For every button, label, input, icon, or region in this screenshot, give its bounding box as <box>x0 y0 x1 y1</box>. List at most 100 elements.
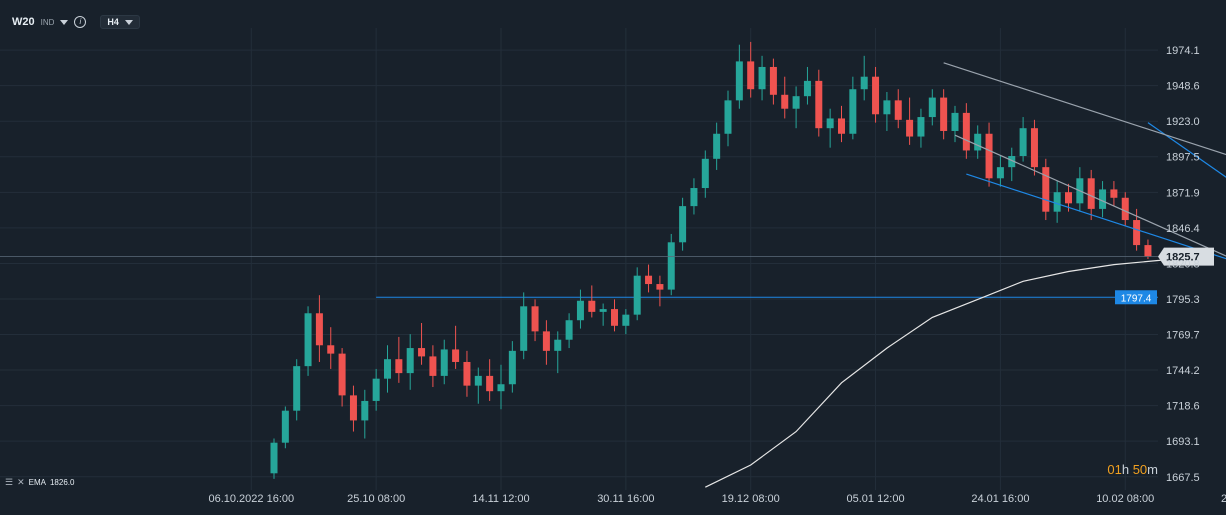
y-tick-label: 1974.1 <box>1166 45 1200 57</box>
candle-body <box>940 97 948 131</box>
candle-body <box>1019 128 1027 157</box>
candle-body <box>701 158 709 189</box>
candle <box>1110 181 1118 207</box>
x-tick-label: 24.01 16:00 <box>971 493 1029 505</box>
candle-body <box>270 442 278 474</box>
candle-body <box>406 348 414 374</box>
candle-countdown: 01h 50m <box>1107 462 1158 477</box>
horizontal-level-label: 1797.4 <box>1121 293 1152 304</box>
candle <box>917 108 925 148</box>
candle-body <box>599 309 607 312</box>
candle-body <box>1133 220 1141 246</box>
candle-body <box>611 309 618 326</box>
candle <box>395 336 403 383</box>
candle <box>985 122 993 187</box>
timer-hours-unit: h <box>1121 462 1130 477</box>
candle-body <box>667 242 675 290</box>
candle <box>1019 117 1027 162</box>
candle-body <box>395 359 403 374</box>
candle <box>701 150 709 198</box>
candle <box>872 66 880 123</box>
candle-body <box>1121 197 1129 221</box>
candle <box>622 309 630 335</box>
candle <box>633 267 641 321</box>
candle <box>815 69 823 137</box>
y-tick-label: 1693.1 <box>1166 436 1200 448</box>
indicator-legend: ☰ ✕ EMA 1826.0 <box>5 477 74 488</box>
candle-body <box>1087 178 1095 209</box>
timeframe-select[interactable]: H4 <box>100 15 140 29</box>
candle-body <box>497 384 505 392</box>
candle-body <box>803 80 811 97</box>
candle-body <box>928 97 936 118</box>
candle <box>599 303 607 326</box>
candle <box>338 348 346 407</box>
candle <box>270 438 278 479</box>
candle <box>838 105 845 143</box>
candle-body <box>996 167 1004 179</box>
x-tick-label: 06.10.2022 16:00 <box>208 493 294 505</box>
candle-body <box>769 66 777 95</box>
candle-body <box>565 320 573 340</box>
candle <box>281 406 289 449</box>
candle-body <box>951 112 959 131</box>
candle-body <box>679 206 687 243</box>
candle-body <box>690 188 698 207</box>
candle <box>758 55 766 101</box>
candle-body <box>974 133 982 151</box>
candle <box>304 306 312 376</box>
symbol-name[interactable]: W20 <box>12 16 35 28</box>
candle-body <box>384 359 391 379</box>
candle <box>542 320 550 365</box>
candle <box>452 325 460 369</box>
candle-body <box>633 275 641 315</box>
timer-minutes-unit: m <box>1147 462 1158 477</box>
trend-line <box>1147 122 1226 178</box>
x-tick-label: 14.11 12:00 <box>472 493 529 505</box>
x-tick-label: 30.11 16:00 <box>597 493 654 505</box>
y-axis: 1974.1 1948.6 1923.0 1897.5 1871.9 1846.4 1820… <box>1166 45 1200 484</box>
candle <box>996 156 1004 187</box>
candle <box>440 339 448 385</box>
timer-hours: 01 <box>1107 462 1122 477</box>
candle-body <box>304 313 312 367</box>
candle-body <box>645 275 653 285</box>
candle <box>315 295 323 362</box>
settings-icon[interactable]: ☰ <box>5 477 13 488</box>
candle <box>645 264 653 293</box>
chart-grid <box>0 28 1158 490</box>
info-icon[interactable]: i <box>74 16 87 28</box>
candle-body <box>508 350 516 385</box>
candles <box>270 41 1152 479</box>
price-chart[interactable]: 1797.4 1825.7 1974.1 1948.6 1923.0 1897.5 18… <box>0 0 1226 515</box>
candle-body <box>588 300 596 312</box>
timeframe-label: H4 <box>107 17 119 27</box>
symbol-dropdown-icon[interactable] <box>60 19 69 25</box>
candle <box>1144 239 1152 259</box>
candle <box>1121 192 1129 226</box>
candle-body <box>758 66 766 90</box>
x-tick-label: 05.01 12:00 <box>846 493 904 505</box>
candle-body <box>872 76 880 115</box>
last-price-line: 1825.7 <box>0 247 1214 266</box>
instrument-type: IND <box>40 17 55 27</box>
candle-body <box>985 133 993 179</box>
indicator-value: 1826.0 <box>49 478 75 487</box>
candle-body <box>531 306 539 332</box>
x-axis: 06.10.2022 16:00 25.10 08:00 14.11 12:00 30… <box>208 493 1226 505</box>
candle-body <box>520 306 528 351</box>
candle-body <box>361 400 369 421</box>
close-icon[interactable]: ✕ <box>17 477 25 488</box>
candle <box>826 108 834 148</box>
candle <box>656 275 664 307</box>
candle <box>554 331 562 374</box>
candle <box>1042 158 1050 221</box>
horizontal-level[interactable]: 1797.4 <box>376 290 1158 305</box>
y-tick-label: 1795.3 <box>1166 294 1200 306</box>
candle <box>940 89 948 140</box>
candle-body <box>724 100 732 134</box>
candle-body <box>338 353 346 396</box>
candle-body <box>906 119 914 137</box>
candle-body <box>1053 192 1061 212</box>
candle-body <box>315 313 323 346</box>
